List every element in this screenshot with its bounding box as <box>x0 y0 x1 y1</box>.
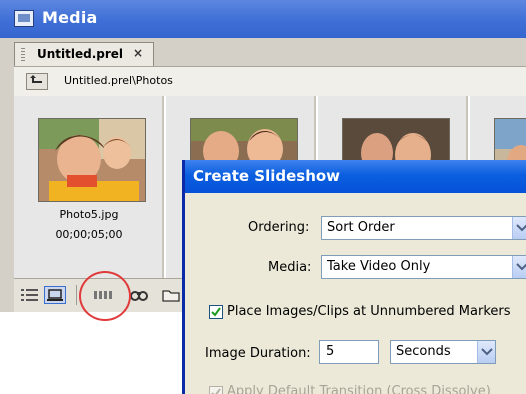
find-icon[interactable] <box>128 286 150 304</box>
media-label: Media: <box>268 260 312 275</box>
dialog-title: Create Slideshow <box>193 167 341 185</box>
chevron-down-icon[interactable] <box>512 217 526 239</box>
checkmark-icon <box>211 307 221 317</box>
checkmark-icon <box>211 388 221 394</box>
media-panel-icon <box>14 10 34 27</box>
create-slideshow-dialog: Create Slideshow Ordering: Sort Order Me… <box>182 160 526 394</box>
tab-grip-icon[interactable] <box>21 48 25 62</box>
ordering-value: Sort Order <box>327 220 395 235</box>
media-item-name: Photo5.jpg <box>59 208 119 221</box>
folder-up-button[interactable] <box>26 73 48 90</box>
place-markers-label[interactable]: Place Images/Clips at Unnumbered Markers <box>227 304 511 319</box>
ordering-label: Ordering: <box>248 220 310 235</box>
new-bin-icon[interactable] <box>160 286 182 304</box>
chevron-down-icon[interactable] <box>512 256 526 278</box>
path-bar: Untitled.prel\Photos <box>14 66 526 96</box>
highlight-circle <box>79 271 131 321</box>
tab-strip: Untitled.prel × <box>14 38 526 66</box>
media-value: Take Video Only <box>327 259 431 274</box>
image-duration-input[interactable]: 5 <box>319 340 379 364</box>
media-select[interactable]: Take Video Only <box>321 255 526 279</box>
image-duration-label: Image Duration: <box>205 346 311 361</box>
tab-untitled-prel[interactable]: Untitled.prel × <box>14 42 154 66</box>
tab-label: Untitled.prel <box>37 47 124 61</box>
chevron-down-icon[interactable] <box>477 341 495 363</box>
panel-title: Media <box>42 8 98 27</box>
image-duration-value: 5 <box>326 344 335 359</box>
ordering-select[interactable]: Sort Order <box>321 216 526 240</box>
photo-thumbnail[interactable] <box>38 118 146 202</box>
apply-transition-checkbox <box>209 386 223 394</box>
panel-titlebar[interactable]: Media <box>0 0 526 38</box>
dialog-titlebar[interactable]: Create Slideshow <box>185 160 526 193</box>
duration-unit-value: Seconds <box>396 344 451 359</box>
media-item[interactable]: Photo5.jpg 00;00;05;00 <box>14 96 164 278</box>
list-view-icon[interactable] <box>20 286 40 304</box>
place-markers-checkbox[interactable] <box>209 305 223 319</box>
tab-close-icon[interactable]: × <box>133 46 143 60</box>
apply-transition-label: Apply Default Transition (Cross Dissolve… <box>227 384 491 394</box>
toolbar-divider <box>76 285 77 305</box>
breadcrumb: Untitled.prel\Photos <box>64 74 173 87</box>
duration-unit-select[interactable]: Seconds <box>390 340 496 364</box>
icon-view-icon[interactable] <box>44 286 66 304</box>
media-item-duration: 00;00;05;00 <box>55 228 123 241</box>
folder-up-icon <box>30 75 42 83</box>
